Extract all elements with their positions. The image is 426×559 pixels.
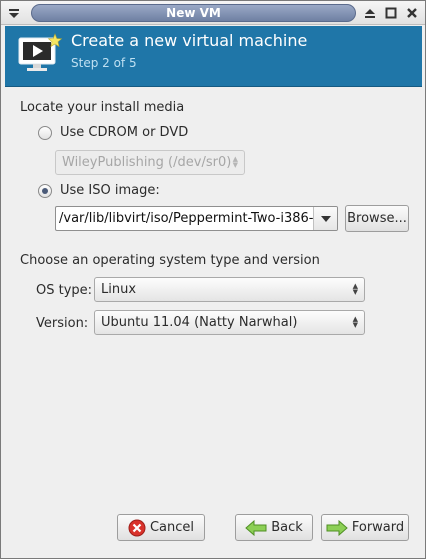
select-arrows-icon: ▲ ▼ (232, 155, 238, 169)
os-version-label: Version: (36, 316, 89, 331)
new-vm-window: New VM Create a new virtual machine Step… (0, 0, 426, 559)
cancel-button-label: Cancel (149, 520, 195, 535)
iso-path-input[interactable]: /var/lib/libvirt/iso/Peppermint-Two-i386… (56, 211, 313, 226)
window-menu-icon[interactable] (5, 5, 23, 21)
os-type-value: Linux (101, 282, 137, 297)
new-vm-icon (17, 32, 63, 78)
iso-radio[interactable] (38, 183, 52, 198)
cdrom-radio-option[interactable]: Use CDROM or DVD (38, 125, 188, 140)
cdrom-radio[interactable] (38, 125, 52, 140)
iso-radio-option[interactable]: Use ISO image: (38, 183, 160, 198)
os-section-label: Choose an operating system type and vers… (20, 253, 320, 268)
forward-arrow-icon (326, 519, 348, 536)
forward-button-label: Forward (351, 520, 405, 535)
cdrom-radio-label: Use CDROM or DVD (60, 125, 189, 140)
install-media-label: Locate your install media (20, 100, 185, 115)
os-version-select[interactable]: Ubuntu 11.04 (Natty Narwhal) ▲ ▼ (94, 310, 365, 335)
browse-button-label: Browse... (347, 211, 407, 226)
chevron-down-icon[interactable] (313, 207, 337, 230)
iso-radio-label: Use ISO image: (60, 183, 160, 198)
shade-icon[interactable] (361, 5, 379, 21)
title-bar: New VM (1, 1, 425, 25)
wizard-step: Step 2 of 5 (71, 56, 137, 70)
cancel-icon (128, 519, 146, 537)
cdrom-device-select: WileyPublishing (/dev/sr0) ▲ ▼ (55, 150, 245, 175)
close-icon[interactable] (403, 5, 421, 21)
select-arrows-icon: ▲ ▼ (352, 315, 358, 329)
wizard-title: Create a new virtual machine (71, 31, 308, 50)
os-version-value: Ubuntu 11.04 (Natty Narwhal) (101, 315, 298, 330)
cdrom-device-value: WileyPublishing (/dev/sr0) (62, 155, 232, 170)
iso-path-combo[interactable]: /var/lib/libvirt/iso/Peppermint-Two-i386… (55, 206, 338, 231)
cancel-button[interactable]: Cancel (117, 514, 205, 541)
forward-button[interactable]: Forward (321, 514, 409, 541)
maximize-icon[interactable] (382, 5, 400, 21)
select-arrows-icon: ▲ ▼ (352, 282, 358, 296)
back-arrow-icon (245, 519, 267, 536)
os-type-select[interactable]: Linux ▲ ▼ (94, 277, 365, 302)
window-title: New VM (31, 4, 356, 22)
back-button[interactable]: Back (235, 514, 313, 541)
back-button-label: Back (271, 520, 303, 535)
os-type-label: OS type: (36, 283, 93, 298)
wizard-header: Create a new virtual machine Step 2 of 5 (5, 26, 422, 87)
browse-button[interactable]: Browse... (345, 205, 409, 232)
